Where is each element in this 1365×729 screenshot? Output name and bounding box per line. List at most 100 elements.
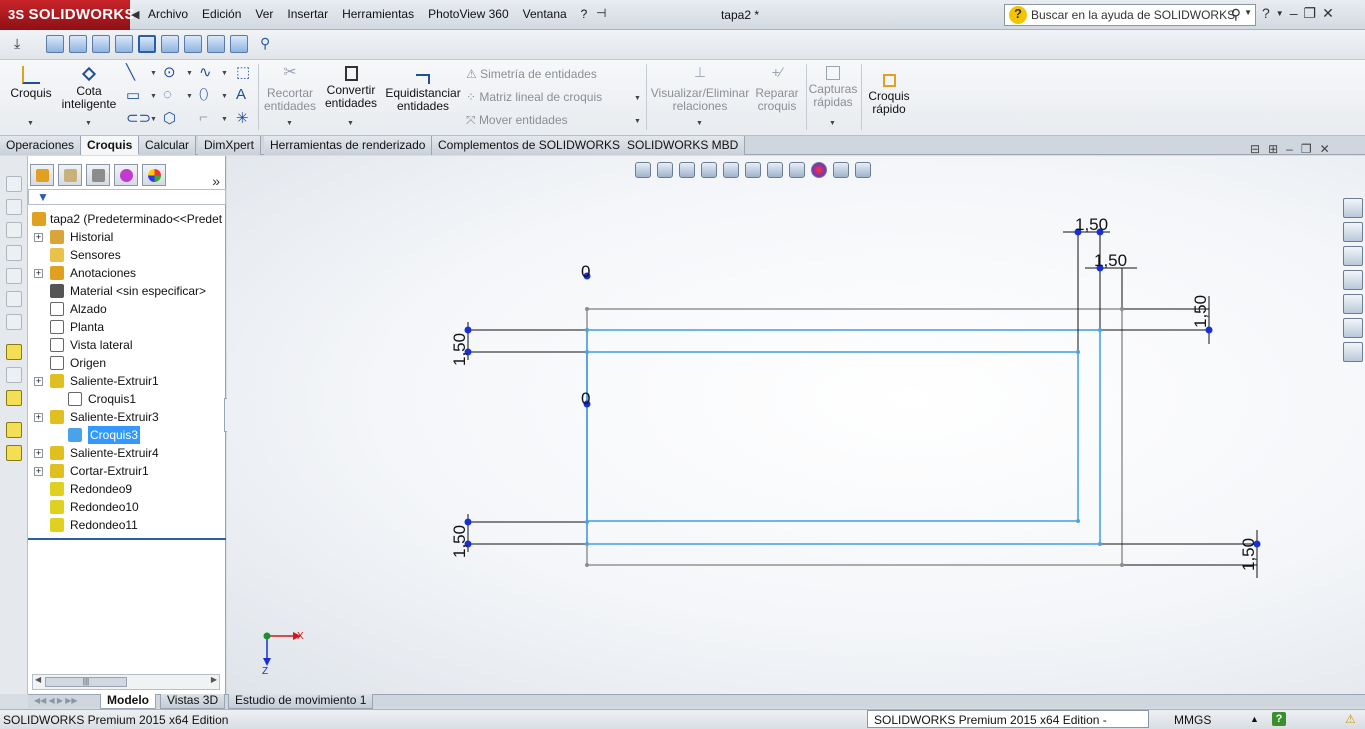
display-manager-tab[interactable] (142, 164, 166, 186)
view-bottom-icon[interactable] (161, 35, 179, 53)
configuration-manager-tab[interactable] (86, 164, 110, 186)
view-back-icon[interactable] (69, 35, 87, 53)
linear-pattern-button[interactable]: ⁘ Matriz lineal de croquis (466, 90, 602, 104)
menu-edicion[interactable]: Edición (202, 7, 241, 21)
chevron-down-icon[interactable]: ▼ (150, 93, 157, 100)
menu-archivo[interactable]: Archivo (148, 7, 188, 21)
point-icon[interactable]: ✳ (236, 109, 249, 127)
custom-properties-icon[interactable] (1343, 318, 1363, 338)
chevron-down-icon[interactable]: ▼ (221, 70, 228, 77)
link-views-icon[interactable]: ⚲ (260, 35, 278, 53)
tree-root-part[interactable]: tapa2 (Predeterminado<<Predet (28, 210, 226, 228)
sweep-tool-icon[interactable] (6, 222, 22, 238)
move-entities-button[interactable]: ⤧ Mover entidades (466, 113, 568, 128)
menu-insertar[interactable]: Insertar (287, 7, 328, 21)
tree-item[interactable]: + Historial (28, 228, 226, 246)
polygon-icon[interactable]: ⬡ (163, 109, 176, 127)
dimxpert-tab[interactable] (114, 164, 138, 186)
zero-dimension-label[interactable]: 0 (581, 262, 590, 281)
circle-icon[interactable]: ⊙ (163, 63, 176, 81)
tree-item[interactable]: Redondeo9 (28, 480, 226, 498)
chevron-down-icon[interactable]: ▼ (150, 116, 157, 123)
chevron-down-icon[interactable]: ▼ (27, 120, 34, 127)
fillet-sketch-icon[interactable]: ⌐ (199, 109, 208, 126)
line-icon[interactable]: ╲ (126, 63, 135, 81)
expand-tabs-icon[interactable]: » (212, 173, 220, 189)
revolve-tool-icon[interactable] (6, 199, 22, 215)
tree-item[interactable]: Sensores (28, 246, 226, 264)
dimension-label[interactable]: 1,50 (450, 525, 469, 558)
expand-icon[interactable]: + (34, 467, 43, 476)
menu-photoview[interactable]: PhotoView 360 (428, 7, 509, 21)
chevron-down-icon[interactable]: ▼ (221, 93, 228, 100)
tab-vistas-3d[interactable]: Vistas 3D (160, 694, 226, 709)
help-icon[interactable]: ? (1262, 5, 1270, 22)
pin-icon[interactable]: ⊣ (596, 6, 606, 20)
mirror-entities-button[interactable]: ⚠ Simetría de entidades (466, 67, 597, 81)
view-isometric-icon[interactable] (184, 35, 202, 53)
convert-entities-button[interactable]: Convertir entidades (322, 62, 380, 110)
appearances-icon[interactable] (1343, 294, 1363, 314)
menu-ver[interactable]: Ver (255, 7, 273, 21)
chevron-down-icon[interactable]: ▼ (286, 120, 293, 127)
restore-icon[interactable]: ❐ (1301, 142, 1312, 156)
help-icon[interactable]: ? (1272, 712, 1286, 726)
chevron-down-icon[interactable]: ▼ (186, 70, 193, 77)
tab-modelo[interactable]: Modelo (100, 694, 156, 709)
dimension-label[interactable]: 1,50 (1094, 251, 1127, 270)
tile-horizontal-icon[interactable]: ⊟ (1250, 142, 1260, 156)
repair-sketch-button[interactable]: +⁄ Reparar croquis (752, 62, 802, 113)
normal-to-icon[interactable]: ⤓ (14, 35, 32, 53)
menu-ventana[interactable]: Ventana (523, 7, 567, 21)
chevron-down-icon[interactable]: ▼ (221, 116, 228, 123)
dimension-label[interactable]: 1,50 (1239, 538, 1258, 571)
expand-icon[interactable]: + (34, 449, 43, 458)
chevron-down-icon[interactable]: ▼ (829, 120, 836, 127)
design-library-icon[interactable] (1343, 222, 1363, 242)
chevron-down-icon[interactable]: ▼ (1244, 8, 1252, 17)
minimize-icon[interactable]: – (1286, 142, 1293, 156)
tree-item[interactable]: Redondeo11 (28, 516, 226, 534)
home-icon[interactable] (1343, 198, 1363, 218)
add-relation-tool-icon[interactable] (6, 390, 22, 406)
dimension-label[interactable]: 1,50 (1075, 215, 1108, 234)
cut-tool-icon[interactable] (6, 291, 22, 307)
loft-tool-icon[interactable] (6, 245, 22, 261)
tree-item[interactable]: + Cortar-Extruir1 (28, 462, 226, 480)
sketch-rectangle-outer[interactable] (586, 329, 1101, 545)
menu-pin-arrow-icon[interactable]: ◀ (131, 8, 139, 21)
tree-item[interactable]: + Saliente-Extruir4 (28, 444, 226, 462)
tree-item[interactable]: Croquis1 (28, 390, 226, 408)
first-tab-icon[interactable]: ◀◀ ◀ ▶ ▶▶ (34, 696, 78, 705)
view-dimetric-icon[interactable] (230, 35, 248, 53)
solidworks-logo[interactable]: 3S SOLIDWORKS (0, 0, 135, 30)
quick-snaps-button[interactable]: Capturas rápidas (808, 62, 858, 109)
search-icon[interactable]: ⚲ (1231, 6, 1241, 23)
spline-icon[interactable]: ∿ (199, 63, 212, 81)
tree-item[interactable]: Vista lateral (28, 336, 226, 354)
tab-estudio-movimiento[interactable]: Estudio de movimiento 1 (228, 694, 374, 709)
sketch-rectangle-inner[interactable] (586, 351, 1079, 522)
boundary-tool-icon[interactable] (6, 268, 22, 284)
croquis-button[interactable]: Croquis (6, 62, 56, 100)
slot-icon[interactable]: ⊂⊃ (126, 109, 151, 127)
view-front-icon[interactable] (46, 35, 64, 53)
zero-dimension-label[interactable]: 0 (581, 389, 590, 408)
expand-icon[interactable]: + (34, 233, 43, 242)
units-selector[interactable]: MMGS (1174, 713, 1211, 727)
arc-icon[interactable]: ◌ (163, 86, 172, 103)
view-top-icon[interactable] (138, 35, 156, 53)
scroll-right-icon[interactable]: ▶ (211, 675, 217, 684)
tree-item[interactable]: Redondeo10 (28, 498, 226, 516)
ellipse-icon[interactable]: ⬯ (199, 86, 208, 103)
fillet-tool-icon[interactable] (6, 314, 22, 330)
chevron-down-icon[interactable]: ▼ (150, 70, 157, 77)
tree-item[interactable]: Croquis3 (28, 426, 226, 444)
feature-filter-input[interactable]: ▼ (28, 189, 226, 205)
expand-icon[interactable]: + (34, 269, 43, 278)
menu-help[interactable]: ? (581, 7, 588, 21)
tab-mbd[interactable]: SOLIDWORKS MBD (621, 136, 746, 155)
rapid-sketch-button[interactable]: Croquis rápido (864, 70, 914, 116)
extrude-tool-icon[interactable] (6, 176, 22, 192)
view-palette-icon[interactable] (1343, 270, 1363, 290)
